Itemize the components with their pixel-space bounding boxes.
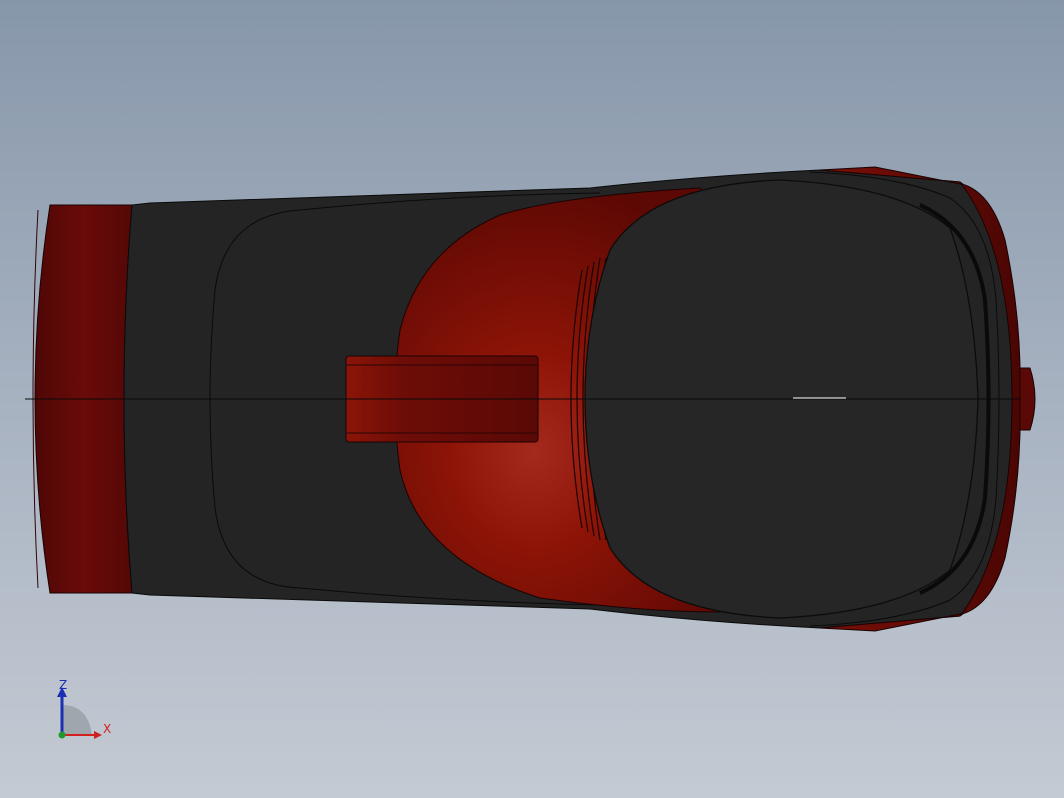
triad-plane — [62, 705, 92, 735]
x-axis-label: X — [103, 722, 112, 736]
cad-viewport[interactable]: Z X — [0, 0, 1064, 798]
z-axis-label: Z — [59, 678, 68, 692]
device-model-top-view[interactable] — [0, 0, 1064, 798]
right-nub[interactable] — [1019, 367, 1036, 431]
x-arrow-head — [94, 731, 102, 739]
origin-dot — [58, 731, 66, 739]
axis-triad: Z X — [50, 675, 120, 745]
